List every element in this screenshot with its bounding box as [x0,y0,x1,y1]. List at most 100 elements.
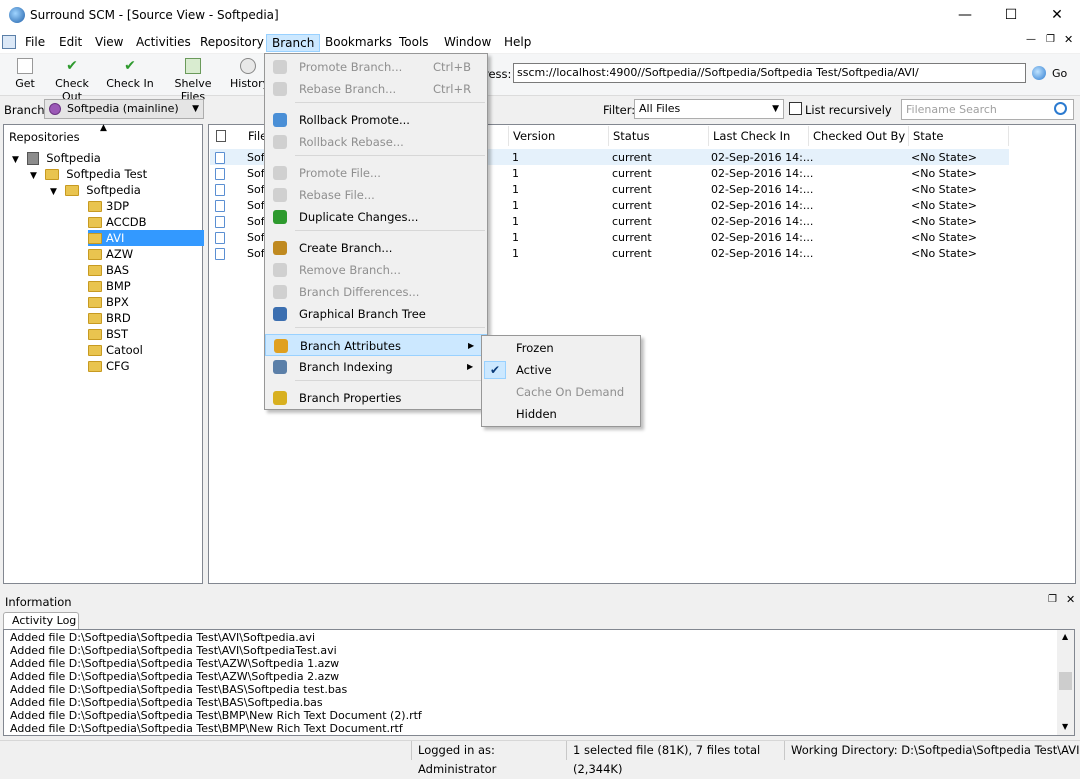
branch-select[interactable]: Softpedia (mainline) ▼ [44,99,204,119]
shelve-files-button[interactable]: Shelve Files [162,58,224,103]
panel-restore-icon[interactable]: ❐ [1048,594,1057,605]
branch-menu-rebase-branch[interactable]: Rebase Branch... Ctrl+R [265,78,487,100]
menu-branch[interactable]: Branch [266,34,321,52]
attribute-active[interactable]: ✔ Active [482,359,640,381]
file-cell-last[interactable]: 02-Sep-2016 14:... [711,198,813,214]
file-cell-status[interactable]: current [612,230,652,246]
activity-log-tab[interactable]: Activity Log [3,612,79,630]
menu-view[interactable]: View [90,34,128,52]
tree-folder-azw[interactable]: AZW [88,246,204,262]
tree-folder-catool[interactable]: Catool [88,342,204,358]
scroll-thumb[interactable] [1059,672,1072,690]
tree-softpedia[interactable]: ▼ Softpedia [50,182,141,198]
document-icon[interactable] [2,35,16,49]
check-out-button[interactable]: ✔ Check Out [44,58,100,103]
file-cell-state[interactable]: <No State> [911,214,977,230]
branch-menu-rollback-rebase[interactable]: Rollback Rebase... [265,131,487,153]
menu-tools[interactable]: Tools [394,34,434,52]
panel-close-icon[interactable]: ✕ [1066,593,1075,606]
file-cell-last[interactable]: 02-Sep-2016 14:... [711,230,813,246]
mdi-minimize-button[interactable]: — [1026,34,1036,45]
branch-menu-branch-indexing[interactable]: Branch Indexing ▶ [265,356,487,378]
branch-menu-duplicate-changes[interactable]: Duplicate Changes... [265,206,487,228]
file-cell-last[interactable]: 02-Sep-2016 14:... [711,214,813,230]
attribute-cache-on-demand[interactable]: Cache On Demand [482,381,640,403]
mdi-close-button[interactable]: ✕ [1064,33,1073,46]
expand-icon[interactable]: ▼ [12,155,19,165]
file-cell-state[interactable]: <No State> [911,246,977,262]
file-cell-name[interactable]: Sof [247,150,265,166]
file-cell-status[interactable]: current [612,166,652,182]
file-cell-state[interactable]: <No State> [911,230,977,246]
file-cell-status[interactable]: current [612,214,652,230]
tree-folder-bas[interactable]: BAS [88,262,204,278]
file-cell-version[interactable]: 1 [512,182,519,198]
file-cell-status[interactable]: current [612,150,652,166]
file-cell-version[interactable]: 1 [512,230,519,246]
file-cell-state[interactable]: <No State> [911,166,977,182]
file-cell-state[interactable]: <No State> [911,150,977,166]
file-cell-last[interactable]: 02-Sep-2016 14:... [711,166,813,182]
maximize-button[interactable]: ☐ [988,0,1034,30]
file-cell-name[interactable]: Sof [247,198,265,214]
menu-window[interactable]: Window [439,34,496,52]
branch-menu-graphical-branch-tree[interactable]: Graphical Branch Tree [265,303,487,325]
log-scrollbar[interactable]: ▲ ▼ [1057,630,1074,735]
tree-softpedia-test[interactable]: ▼ Softpedia Test [30,166,147,182]
branch-menu-promote-file[interactable]: Promote File... [265,162,487,184]
check-in-button[interactable]: ✔ Check In [106,58,154,90]
column-version[interactable]: Version [509,126,609,146]
branch-menu-remove-branch[interactable]: Remove Branch... [265,259,487,281]
tree-folder-cfg[interactable]: CFG [88,358,204,374]
tree-root[interactable]: ▼ Softpedia [12,150,101,166]
file-cell-state[interactable]: <No State> [911,198,977,214]
filename-search-input[interactable]: Filename Search [901,99,1074,120]
file-cell-status[interactable]: current [612,182,652,198]
column-state[interactable]: State [909,126,1009,146]
history-button[interactable]: History [230,58,269,90]
menu-repository[interactable]: Repository [195,34,269,52]
get-button[interactable]: Get [12,58,38,90]
file-cell-version[interactable]: 1 [512,198,519,214]
filter-select[interactable]: All Files ▼ [634,99,784,119]
tree-folder-3dp[interactable]: 3DP [88,198,204,214]
list-recursively-checkbox[interactable] [789,102,802,115]
scroll-down-icon[interactable]: ▼ [1062,722,1068,731]
column-checked-out-by[interactable]: Checked Out By [809,126,909,146]
file-cell-version[interactable]: 1 [512,150,519,166]
menu-activities[interactable]: Activities [131,34,196,52]
scroll-up-icon[interactable]: ▲ [1062,632,1068,641]
tree-folder-brd[interactable]: BRD [88,310,204,326]
address-field[interactable]: sscm://localhost:4900//Softpedia//Softpe… [513,63,1026,83]
branch-menu-branch-attributes[interactable]: Branch Attributes ▶ [265,334,487,356]
go-button[interactable]: Go [1030,64,1070,84]
file-cell-last[interactable]: 02-Sep-2016 14:... [711,246,813,262]
search-icon[interactable] [1054,102,1067,115]
file-cell-name[interactable]: Sof [247,166,265,182]
file-cell-last[interactable]: 02-Sep-2016 14:... [711,182,813,198]
menu-edit[interactable]: Edit [54,34,87,52]
file-cell-version[interactable]: 1 [512,214,519,230]
branch-menu-promote-branch[interactable]: Promote Branch... Ctrl+B [265,56,487,78]
file-cell-name[interactable]: Sof [247,230,265,246]
menu-bookmarks[interactable]: Bookmarks [320,34,397,52]
mdi-restore-button[interactable]: ❐ [1046,34,1055,45]
expand-icon[interactable]: ▼ [50,187,57,197]
tree-folder-accdb[interactable]: ACCDB [88,214,204,230]
attribute-frozen[interactable]: Frozen [482,337,640,359]
file-cell-state[interactable]: <No State> [911,182,977,198]
expand-icon[interactable]: ▼ [30,171,37,181]
file-cell-last[interactable]: 02-Sep-2016 14:... [711,150,813,166]
branch-menu-branch-properties[interactable]: Branch Properties [265,387,487,409]
tree-folder-bmp[interactable]: BMP [88,278,204,294]
branch-menu-branch-differences[interactable]: Branch Differences... [265,281,487,303]
tree-folder-avi[interactable]: AVI [88,230,204,246]
menu-help[interactable]: Help [499,34,536,52]
file-cell-name[interactable]: Sof [247,182,265,198]
file-cell-status[interactable]: current [612,198,652,214]
attribute-hidden[interactable]: Hidden [482,403,640,425]
column-status[interactable]: Status [609,126,709,146]
menu-file[interactable]: File [20,34,50,52]
branch-menu-rebase-file[interactable]: Rebase File... [265,184,487,206]
column-last-check-in[interactable]: Last Check In [709,126,809,146]
